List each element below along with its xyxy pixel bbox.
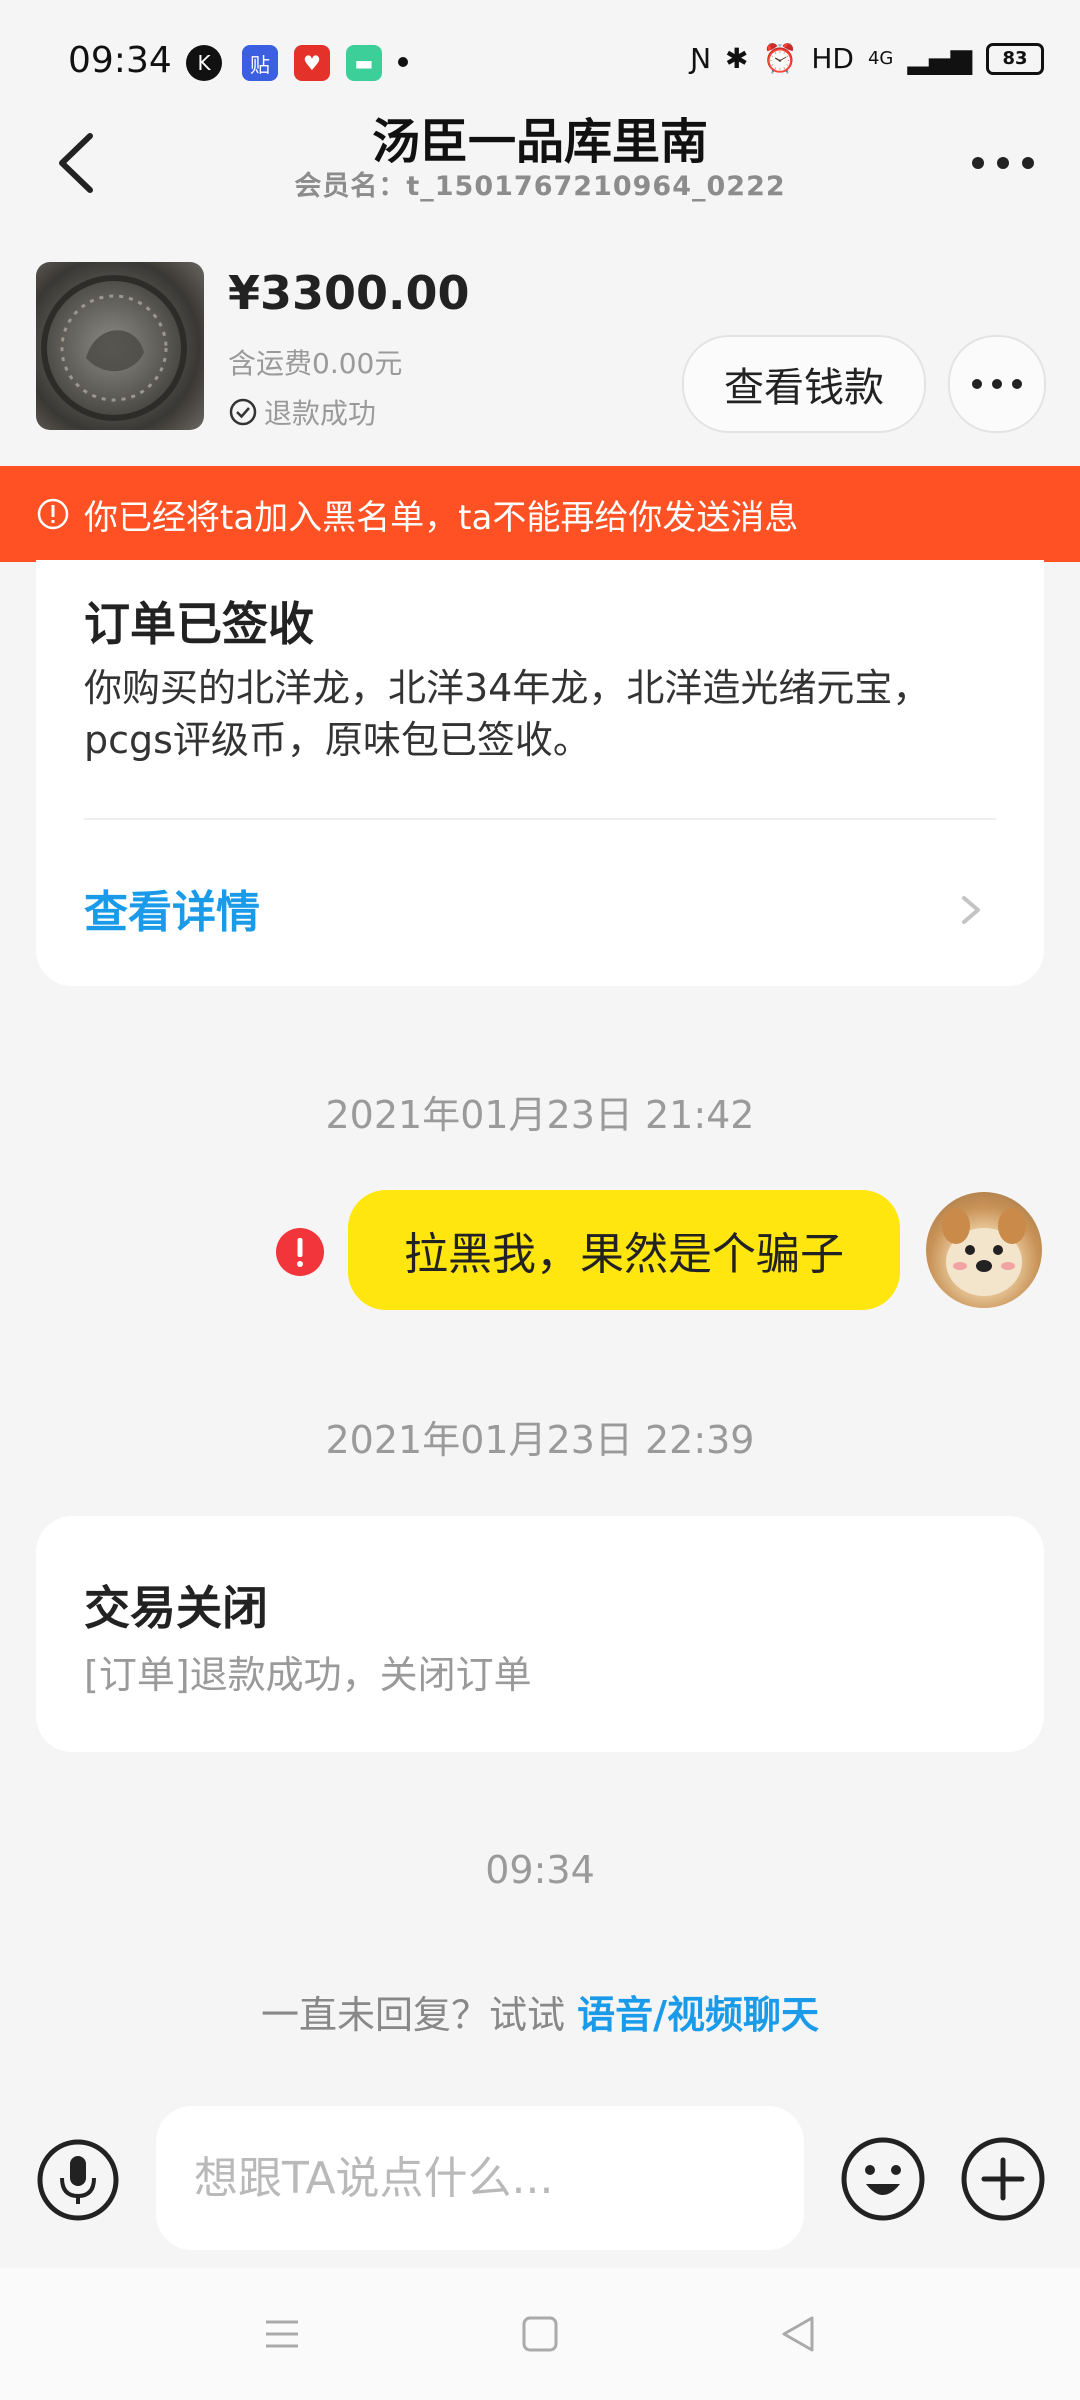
call-hint-text: 一直未回复？试试 [261, 1993, 578, 2037]
emoji-button[interactable] [840, 2136, 926, 2222]
order-description: 你购买的北洋龙，北洋34年龙，北洋造光绪元宝，pcgs评级币，原味包已签收。 [84, 666, 931, 762]
back-triangle-icon[interactable] [774, 2310, 822, 2358]
view-details-link[interactable]: 查看详情 [84, 876, 260, 940]
smiley-icon [841, 2137, 925, 2221]
timestamp: 09:34 [485, 1848, 595, 1892]
more-icon [972, 379, 1022, 389]
plus-icon [961, 2137, 1045, 2221]
status-right: Ɲ ✱ ⏰ HD 4G ▂▄▆ 83 [690, 42, 1044, 75]
bluetooth-icon: ✱ [725, 42, 749, 75]
timestamp: 2021年01月23日 21:42 [325, 1093, 755, 1137]
closed-title: 交易关闭 [84, 1581, 268, 1635]
product-more-button[interactable] [948, 335, 1046, 433]
member-name: 会员名：t_1501767210964_0222 [294, 171, 786, 202]
timestamp: 2021年01月23日 22:39 [325, 1418, 755, 1462]
message-input[interactable] [156, 2106, 804, 2250]
shipping-fee: 含运费0.00元 [228, 347, 403, 380]
microphone-icon [37, 2139, 119, 2221]
more-actions-button[interactable] [960, 2136, 1046, 2222]
product-thumbnail[interactable] [36, 262, 204, 430]
hd-label: HD [811, 42, 854, 75]
network-label: 4G [867, 48, 894, 69]
k-circle-icon: K [186, 45, 222, 81]
pinduoduo-icon: ♥ [294, 45, 330, 81]
signal-icon: ▂▄▆ [907, 42, 972, 75]
warning-icon [37, 498, 69, 530]
transaction-closed-card[interactable]: 交易关闭 [订单]退款成功，关闭订单 [36, 1516, 1044, 1752]
chevron-right-icon[interactable] [956, 890, 986, 930]
alarm-icon: ⏰ [762, 42, 798, 75]
call-hint: 一直未回复？试试 语音/视频聊天 [0, 1984, 1080, 2039]
product-price: ¥3300.00 [228, 266, 470, 320]
avatar[interactable] [926, 1192, 1042, 1308]
order-card: 订单已签收 你购买的北洋龙，北洋34年龙，北洋造光绪元宝，pcgs评级币，原味包… [36, 560, 1044, 986]
nfc-icon: Ɲ [690, 42, 712, 75]
banner-text: 你已经将ta加入黑名单，ta不能再给你发送消息 [84, 497, 799, 538]
order-title: 订单已签收 [84, 597, 314, 651]
tieba-icon: 贴 [242, 45, 278, 81]
menu-icon[interactable] [258, 2310, 306, 2358]
home-icon[interactable] [516, 2310, 564, 2358]
page-title: 汤臣一品库里南 [371, 114, 708, 170]
status-time: 09:34 [68, 40, 172, 81]
refund-status-label: 退款成功 [264, 397, 377, 430]
refund-status: 退款成功 [228, 392, 376, 432]
check-circle-icon [229, 398, 257, 426]
message-bubble[interactable]: 拉黑我，果然是个骗子 [348, 1190, 900, 1310]
blacklist-banner: 你已经将ta加入黑名单，ta不能再给你发送消息 [0, 466, 1080, 562]
battery-icon: 83 [986, 42, 1044, 75]
message-app-icon: ▬ [346, 45, 382, 81]
view-payment-button[interactable]: 查看钱款 [682, 335, 926, 433]
closed-description: [订单]退款成功，关闭订单 [84, 1653, 532, 1697]
send-failed-icon[interactable] [274, 1226, 326, 1278]
voice-video-call-link[interactable]: 语音/视频聊天 [577, 1993, 819, 2037]
notification-dot-icon [398, 57, 408, 67]
divider [84, 818, 996, 820]
voice-input-button[interactable] [36, 2138, 120, 2222]
more-icon[interactable] [968, 138, 1038, 188]
